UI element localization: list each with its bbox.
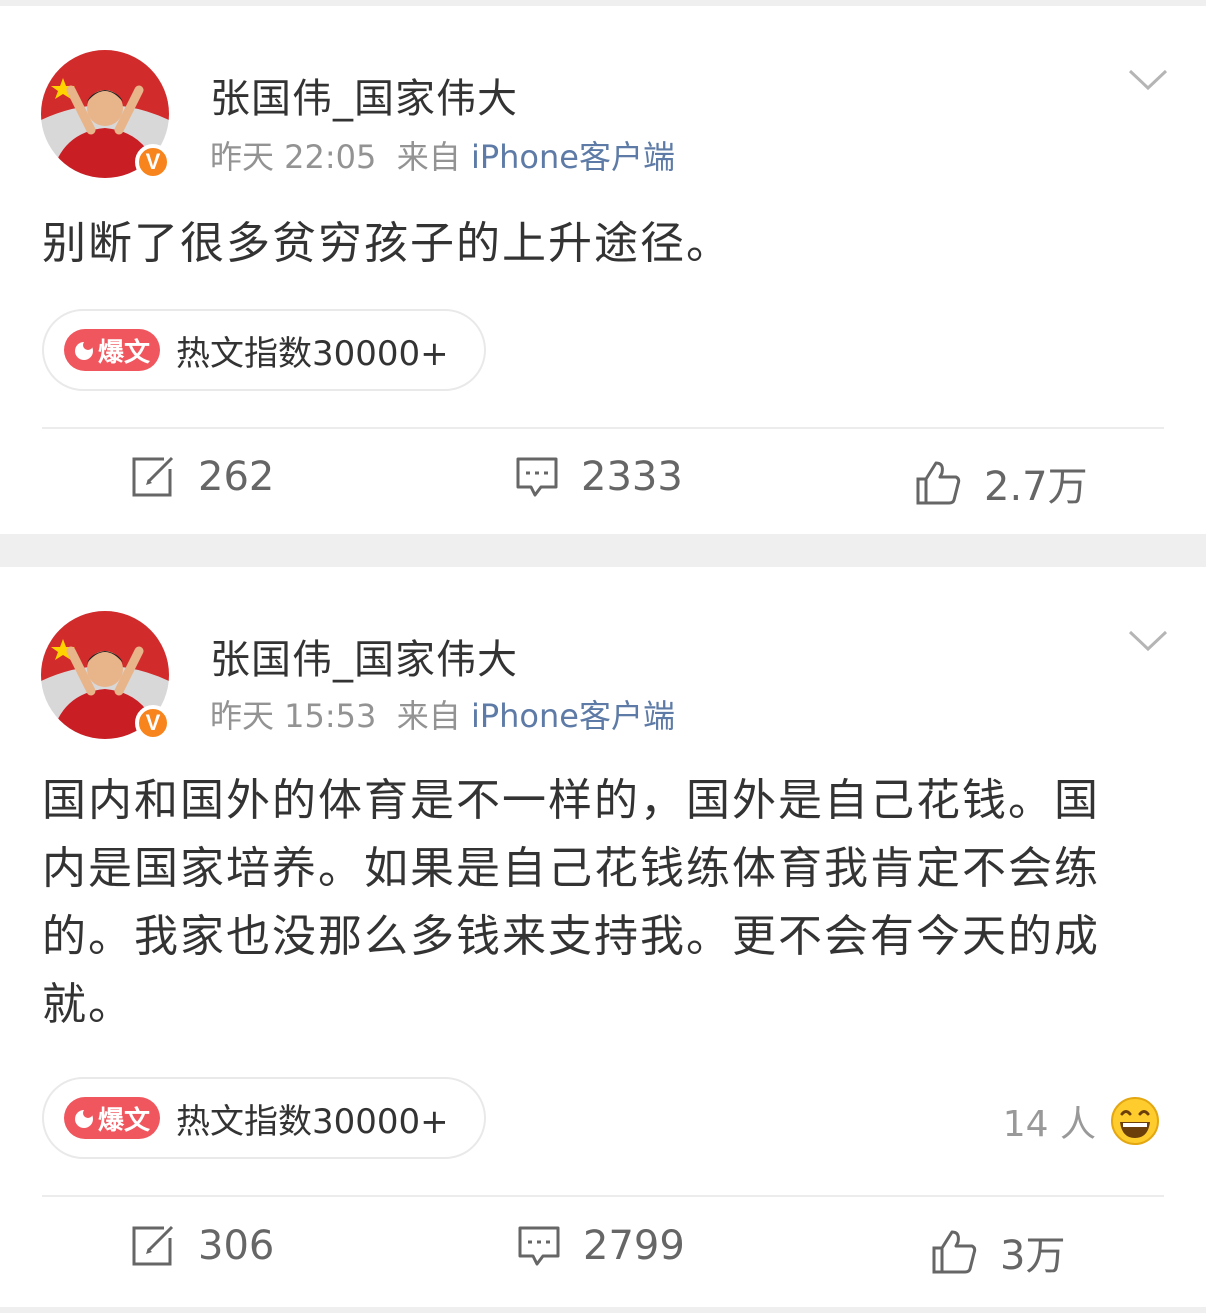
- weibo-post-2: V 张国伟_国家伟大 昨天 15:53 来自 iPhone客户端 国内和国外的体…: [0, 567, 1206, 1307]
- hot-index-pill[interactable]: 爆文 热文指数30000+: [42, 1077, 486, 1159]
- comment-icon: [518, 1226, 560, 1266]
- hot-index-text: 热文指数30000+: [176, 333, 449, 374]
- divider: [42, 427, 1164, 429]
- verified-badge: V: [135, 144, 171, 180]
- like-button[interactable]: 2.7万: [914, 454, 1088, 512]
- repost-count: 262: [198, 454, 275, 500]
- source-link[interactable]: iPhone客户端: [471, 138, 675, 176]
- repost-count: 306: [198, 1223, 275, 1269]
- username[interactable]: 张国伟_国家伟大: [210, 627, 518, 685]
- verified-badge: V: [135, 705, 171, 741]
- username[interactable]: 张国伟_国家伟大: [210, 66, 518, 124]
- hot-badge: 爆文: [64, 329, 161, 371]
- avatar[interactable]: V: [41, 50, 171, 180]
- comment-button[interactable]: 2799: [517, 1223, 685, 1269]
- post-text: 国内和国外的体育是不一样的，国外是自己花钱。国内是国家培养。如果是自己花钱练体育…: [42, 775, 1100, 1030]
- post-meta: 昨天 22:05 来自 iPhone客户端: [210, 132, 675, 178]
- like-count: 3万: [1000, 1233, 1066, 1279]
- hot-index-pill[interactable]: 爆文 热文指数30000+: [42, 309, 486, 391]
- post-text: 别断了很多贫穷孩子的上升途径。: [42, 218, 732, 269]
- laugh-emoji-icon: [1111, 1097, 1159, 1145]
- like-count: 2.7万: [984, 464, 1088, 510]
- hot-badge-label: 爆文: [98, 1105, 151, 1136]
- post-time: 昨天 15:53: [210, 697, 377, 735]
- hot-badge-label: 爆文: [98, 337, 151, 368]
- like-icon: [916, 461, 961, 505]
- like-button[interactable]: 3万: [930, 1223, 1065, 1281]
- repost-button[interactable]: 262: [130, 454, 274, 500]
- repost-button[interactable]: 306: [130, 1223, 274, 1269]
- hot-index-text: 热文指数30000+: [176, 1101, 449, 1142]
- comment-count: 2799: [583, 1223, 685, 1269]
- reaction-count: 14 人: [1002, 1104, 1096, 1145]
- fire-icon: [75, 340, 93, 360]
- comment-icon: [516, 457, 558, 497]
- source-link[interactable]: iPhone客户端: [471, 697, 675, 735]
- chevron-down-icon[interactable]: [1128, 629, 1168, 653]
- fire-icon: [75, 1108, 93, 1128]
- repost-icon: [132, 456, 174, 497]
- post-time: 昨天 22:05: [210, 138, 377, 176]
- comment-count: 2333: [581, 454, 683, 500]
- like-icon: [932, 1230, 977, 1274]
- chevron-down-icon[interactable]: [1128, 68, 1168, 92]
- source-prefix: 来自: [396, 697, 461, 735]
- repost-icon: [132, 1225, 174, 1266]
- weibo-post-1: V 张国伟_国家伟大 昨天 22:05 来自 iPhone客户端 别断了很多贫穷…: [0, 6, 1206, 534]
- post-meta: 昨天 15:53 来自 iPhone客户端: [210, 691, 675, 737]
- source-prefix: 来自: [396, 138, 461, 176]
- hot-badge: 爆文: [64, 1097, 161, 1139]
- reactions-summary[interactable]: 14 人: [1003, 1095, 1160, 1147]
- divider: [42, 1195, 1164, 1197]
- avatar[interactable]: V: [41, 611, 171, 741]
- comment-button[interactable]: 2333: [515, 454, 683, 500]
